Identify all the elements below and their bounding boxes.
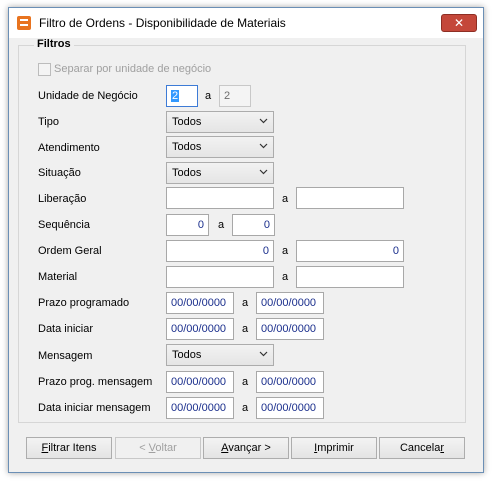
chevron-down-icon (259, 118, 268, 124)
atendimento-value: Todos (172, 141, 202, 153)
range-separator: a (218, 219, 225, 231)
filters-legend: Filtros (34, 38, 74, 50)
unidade-to-input[interactable]: 2 (219, 85, 251, 107)
mensagem-label: Mensagem (38, 350, 93, 362)
sequencia-from-input[interactable]: 0 (166, 214, 209, 236)
material-to-input[interactable] (296, 266, 404, 288)
separate-by-unit-checkbox[interactable] (38, 63, 51, 76)
sequencia-to-input[interactable]: 0 (232, 214, 275, 236)
chevron-down-icon (259, 169, 268, 175)
tipo-value: Todos (172, 116, 202, 128)
ordem-geral-label: Ordem Geral (38, 245, 102, 257)
voltar-post: oltar (155, 442, 177, 454)
atendimento-select[interactable]: Todos (166, 136, 274, 158)
atendimento-label: Atendimento (38, 142, 100, 154)
ordem-geral-from-input[interactable]: 0 (166, 240, 274, 262)
liberacao-to-input[interactable] (296, 187, 404, 209)
data-iniciar-mensagem-to-input[interactable]: 00/00/0000 (256, 397, 324, 419)
situacao-value: Todos (172, 167, 202, 179)
avancar-button[interactable]: Avançar > (203, 437, 289, 459)
prazo-prog-mensagem-to-input[interactable]: 00/00/0000 (256, 371, 324, 393)
range-separator: a (242, 323, 249, 335)
liberacao-from-input[interactable] (166, 187, 274, 209)
cancelar-button[interactable]: Cancelar (379, 437, 465, 459)
chevron-down-icon (259, 143, 268, 149)
app-icon (17, 16, 31, 30)
material-from-input[interactable] (166, 266, 274, 288)
prazo-programado-from-input[interactable]: 00/00/0000 (166, 292, 234, 314)
ordem-geral-to-input[interactable]: 0 (296, 240, 404, 262)
close-button[interactable]: ✕ (441, 14, 477, 32)
prazo-programado-to-input[interactable]: 00/00/0000 (256, 292, 324, 314)
imprimir-button[interactable]: Imprimir (291, 437, 377, 459)
window-title: Filtro de Ordens - Disponibilidade de Ma… (39, 16, 286, 30)
range-separator: a (242, 402, 249, 414)
imprimir-post: mprimir (317, 442, 354, 454)
data-iniciar-from-input[interactable]: 00/00/0000 (166, 318, 234, 340)
prazo-prog-mensagem-label: Prazo prog. mensagem (38, 376, 153, 388)
data-iniciar-label: Data iniciar (38, 323, 94, 335)
mensagem-value: Todos (172, 349, 202, 361)
unidade-label: Unidade de Negócio (38, 90, 138, 102)
close-icon: ✕ (453, 16, 465, 30)
range-separator: a (242, 297, 249, 309)
tipo-select[interactable]: Todos (166, 111, 274, 133)
range-separator: a (282, 271, 289, 283)
voltar-button[interactable]: < Voltar (115, 437, 201, 459)
range-separator: a (242, 376, 249, 388)
sequencia-label: Sequência (38, 219, 90, 231)
filtrar-post: iltrar Itens (48, 442, 97, 454)
situacao-select[interactable]: Todos (166, 162, 274, 184)
avancar-post: vançar > (228, 442, 271, 454)
material-label: Material (38, 271, 78, 283)
chevron-down-icon (259, 351, 268, 357)
prazo-prog-mensagem-from-input[interactable]: 00/00/0000 (166, 371, 234, 393)
liberacao-label: Liberação (38, 193, 87, 205)
range-separator: a (205, 90, 212, 102)
range-separator: a (282, 193, 289, 205)
mensagem-select[interactable]: Todos (166, 344, 274, 366)
data-iniciar-to-input[interactable]: 00/00/0000 (256, 318, 324, 340)
separate-by-unit-label: Separar por unidade de negócio (54, 63, 212, 75)
situacao-label: Situação (38, 167, 81, 179)
cancelar-key: r (440, 442, 445, 454)
data-iniciar-mensagem-label: Data iniciar mensagem (38, 402, 151, 414)
unidade-from-input[interactable]: 2 (166, 85, 198, 107)
tipo-label: Tipo (38, 116, 59, 128)
unidade-from-value: 2 (171, 90, 180, 102)
range-separator: a (282, 245, 289, 257)
voltar-pre: < (139, 442, 149, 454)
cancelar-pre: Cancela (399, 442, 441, 454)
prazo-programado-label: Prazo programado (38, 297, 130, 309)
title-bar[interactable]: Filtro de Ordens - Disponibilidade de Ma… (9, 8, 483, 38)
data-iniciar-mensagem-from-input[interactable]: 00/00/0000 (166, 397, 234, 419)
filtrar-itens-button[interactable]: Filtrar Itens (26, 437, 112, 459)
